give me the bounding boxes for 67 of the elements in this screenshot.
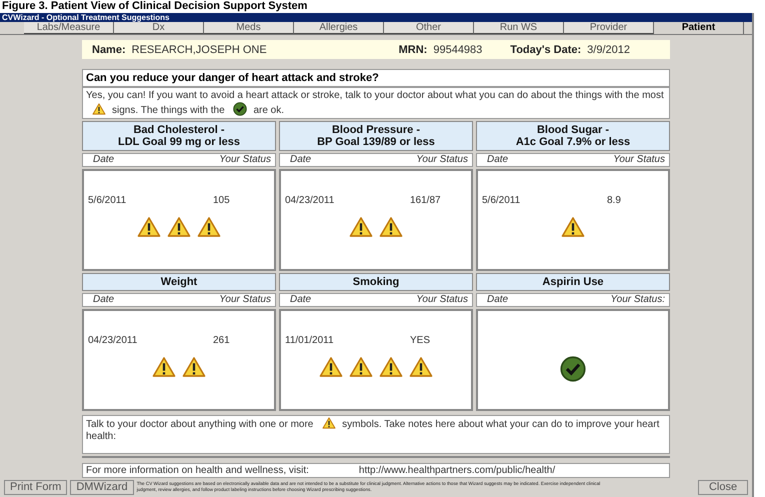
status-column-label: Your Status: <box>610 294 665 306</box>
warning-icon <box>319 356 343 378</box>
tab[interactable]: Run WS <box>474 22 564 34</box>
more-info-text: For more information on health and wellness, visit: <box>86 465 309 476</box>
date-column-label: Date <box>487 154 508 166</box>
card-heading: Weight <box>82 273 276 291</box>
date-label: Today's Date: <box>510 44 582 56</box>
window-title: CVWizard - Optional Treatment Suggestions <box>0 13 752 22</box>
card-heading: Blood Pressure - BP Goal 139/89 or less <box>279 121 473 151</box>
status-column-label: Your Status <box>219 294 271 306</box>
card-heading: Blood Sugar - A1c Goal 7.9% or less <box>476 121 670 151</box>
date-column-label: Date <box>93 154 114 166</box>
warning-icon <box>322 417 336 429</box>
card-heading: Bad Cholesterol - LDL Goal 99 mg or less <box>82 121 276 151</box>
date-column-label: Date <box>290 294 312 306</box>
warning-icon <box>92 103 106 115</box>
date-value: 3/9/2012 <box>587 44 630 56</box>
warning-icon <box>379 216 403 238</box>
question-heading: Can you reduce your danger of heart attack and stroke? <box>82 69 670 87</box>
figure-caption: Figure 3. Patient View of Clinical Decision Support System <box>1 0 308 13</box>
tab[interactable]: Allergies <box>294 22 384 34</box>
mrn-label: MRN: <box>398 44 428 56</box>
warning-icon <box>152 356 176 378</box>
warning-icon <box>561 216 585 238</box>
reading-date: 04/23/2011 <box>285 195 336 206</box>
reading-date: 5/6/2011 <box>88 195 128 206</box>
warning-icon <box>197 216 221 238</box>
date-column-label: Date <box>93 294 114 306</box>
status-column-label: Your Status <box>219 154 271 166</box>
tab[interactable]: Labs/Measure <box>24 22 114 34</box>
status-column-label: Your Status <box>416 154 468 166</box>
warning-icon <box>182 356 206 378</box>
tab[interactable]: Dx <box>114 22 204 34</box>
status-value: YES <box>410 335 430 346</box>
reading-date: 5/6/2011 <box>482 195 522 206</box>
warning-icon <box>379 356 403 378</box>
status-value: 8.9 <box>607 195 621 206</box>
footer-button[interactable]: DMWizard <box>70 480 134 494</box>
status-column-label: Your Status <box>613 154 665 166</box>
close-button[interactable]: Close <box>698 480 748 494</box>
warning-icon <box>409 356 433 378</box>
warning-icon <box>349 216 373 238</box>
tab[interactable]: Other <box>384 22 474 34</box>
card-heading: Aspirin Use <box>476 273 670 291</box>
health-link[interactable]: http://www.healthpartners.com/public/health/ <box>358 465 556 476</box>
reading-date: 11/01/2011 <box>285 335 335 346</box>
warning-icon <box>167 216 191 238</box>
date-column-label: Date <box>487 294 508 306</box>
mrn-value: 99544983 <box>433 44 482 56</box>
date-column-label: Date <box>290 154 312 166</box>
intro-text: Yes, you can! If you want to avoid a heart attack or stroke, talk to your doctor about what you can do about the things with the most signs. The things with the are ok. <box>82 87 670 119</box>
warning-icon <box>137 216 161 238</box>
check-icon <box>560 356 586 382</box>
status-column-label: Your Status <box>416 294 468 306</box>
card-heading: Smoking <box>279 273 473 291</box>
status-value: 105 <box>213 195 230 206</box>
tab[interactable]: Meds <box>204 22 294 34</box>
status-value: 261 <box>213 335 230 346</box>
patient-name: RESEARCH,JOSEPH ONE <box>132 44 267 56</box>
check-icon <box>233 102 248 116</box>
warning-icon <box>349 356 373 378</box>
footer-button[interactable]: Print Form <box>4 480 68 494</box>
tab[interactable]: Provider <box>564 22 654 34</box>
reading-date: 04/23/2011 <box>88 335 138 346</box>
status-value: 161/87 <box>410 195 441 206</box>
notes-text: Talk to your doctor about anything with one or more symbols. Take notes here about what your can do to improve your heart health: <box>82 415 670 454</box>
name-label: Name: <box>92 44 126 56</box>
